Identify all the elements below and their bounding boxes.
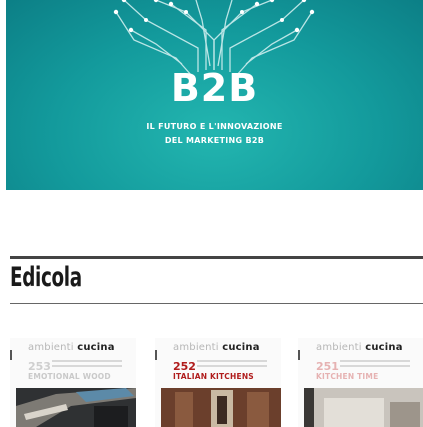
cover-photo (16, 388, 136, 427)
magazine-cover[interactable]: ambienti cucina 252 ITALIAN KITCHENS (155, 338, 281, 427)
banner-title: B2B (170, 66, 259, 110)
cover-photo (161, 388, 281, 427)
cover-text-lines (197, 360, 267, 370)
cover-marker (298, 350, 300, 360)
banner-subtitle: IL FUTURO E L'INNOVAZIONE (146, 122, 283, 131)
magazine-cover[interactable]: ambienti cucina 251 KITCHEN TIME (298, 338, 423, 427)
cover-photo (304, 388, 423, 427)
section-divider-top (10, 256, 423, 259)
b2b-banner[interactable]: B2B IL FUTURO E L'INNOVAZIONE DEL MARKET… (6, 0, 423, 190)
magazine-masthead: ambienti cucina (28, 342, 115, 353)
cover-marker (10, 350, 12, 360)
cover-headline: EMOTIONAL WOOD (28, 372, 111, 381)
cover-text-lines (340, 360, 410, 370)
section-divider-bottom (10, 303, 423, 304)
cover-marker (155, 350, 157, 360)
section-title: Edicola (10, 262, 82, 293)
magazine-masthead: ambienti cucina (316, 342, 403, 353)
banner-subtitle-2: DEL MARKETING B2B (164, 136, 265, 145)
cover-headline: ITALIAN KITCHENS (173, 372, 254, 381)
cover-text-lines (52, 360, 122, 370)
magazine-masthead: ambienti cucina (173, 342, 260, 353)
magazine-cover[interactable]: ambienti cucina 253 EMOTIONAL WOOD (10, 338, 136, 427)
cover-headline: KITCHEN TIME (316, 372, 379, 381)
